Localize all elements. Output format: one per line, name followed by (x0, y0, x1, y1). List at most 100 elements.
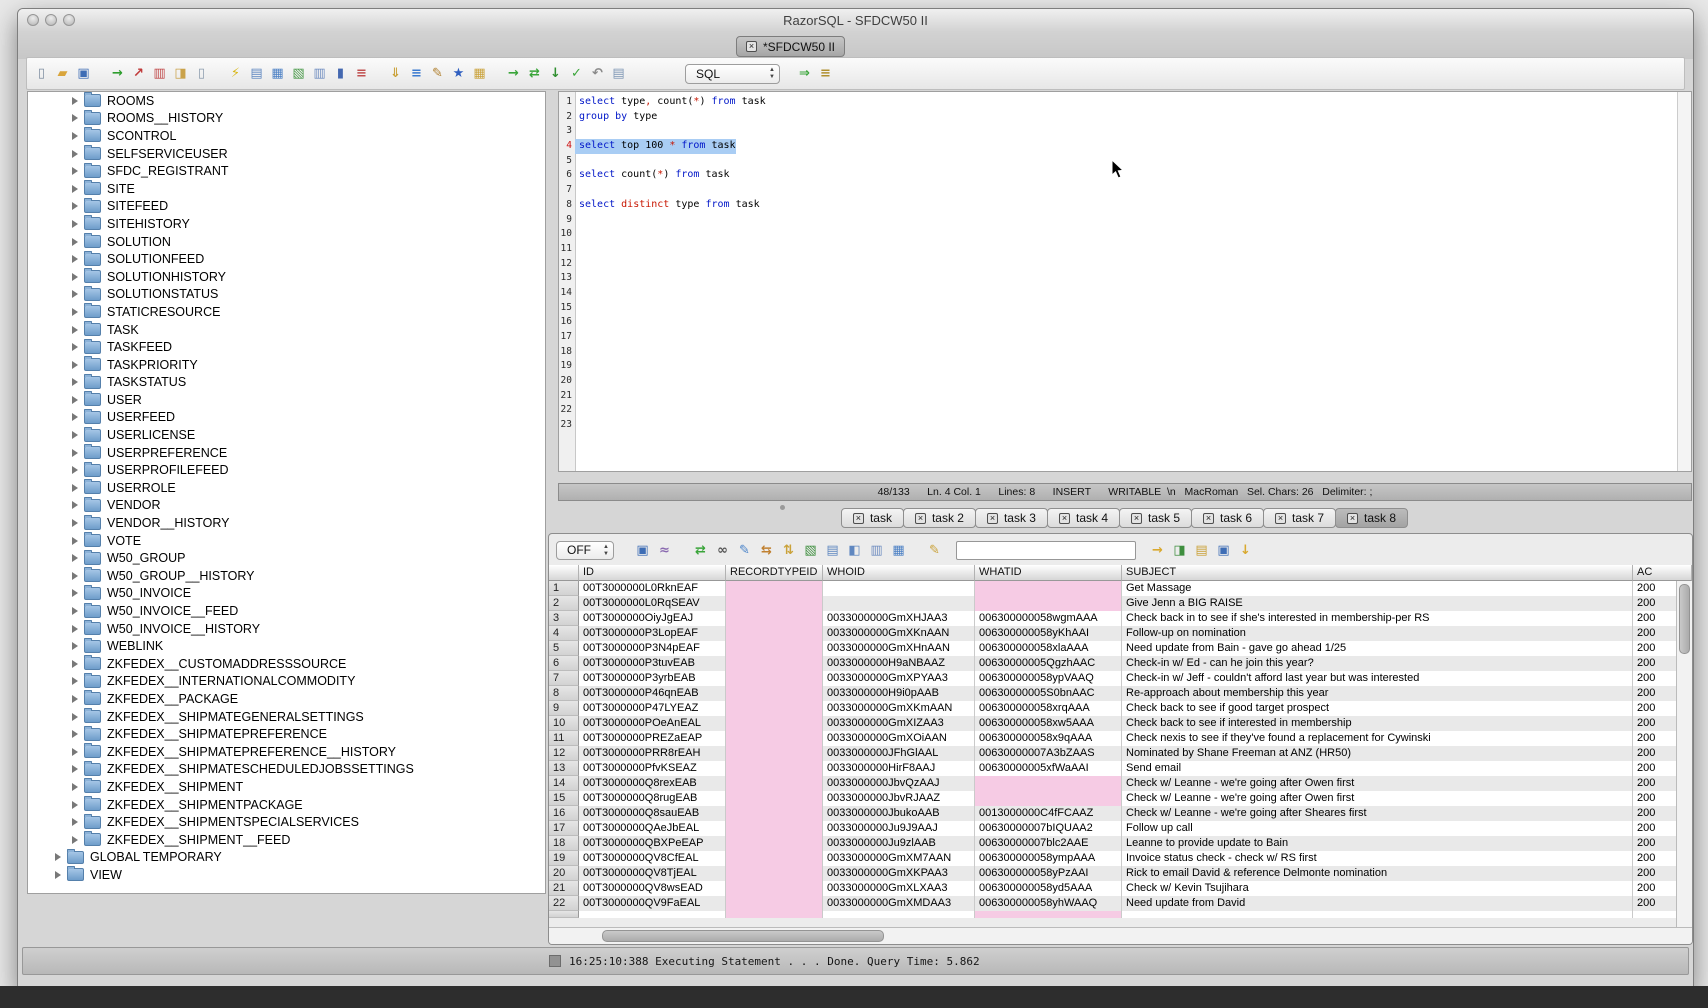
row-number-cell[interactable]: 21 (549, 881, 579, 896)
table-row[interactable]: 800T3000000P46qnEAB0033000000H9i0pAAB006… (549, 686, 1692, 701)
export-connection-icon[interactable]: ↗ (130, 65, 147, 82)
database-object-tree[interactable]: ROOMSROOMS__HISTORYSCONTROLSELFSERVICEUS… (27, 91, 546, 894)
expand-arrow-icon[interactable] (72, 150, 78, 158)
expand-arrow-icon[interactable] (72, 431, 78, 439)
expand-arrow-icon[interactable] (72, 413, 78, 421)
expand-arrow-icon[interactable] (55, 871, 61, 879)
result-tab[interactable]: ×task 6 (1191, 508, 1264, 528)
cell-recordtypeid[interactable] (726, 626, 823, 641)
editor-line-text[interactable]: group by type (575, 110, 657, 125)
cell-whoid[interactable]: 0033000000GmXKmAAN (823, 701, 975, 716)
cell-recordtypeid[interactable] (726, 836, 823, 851)
table-row[interactable]: 2100T3000000QV8wsEAD0033000000GmXLXAA300… (549, 881, 1692, 896)
cell-id[interactable]: 00T3000000QV8wsEAD (579, 881, 726, 896)
tab-close-icon[interactable]: × (1131, 513, 1142, 524)
table-row[interactable]: 1300T3000000PfvKSEAZ0033000000HirF8AAJ00… (549, 761, 1692, 776)
cell-subject[interactable]: Check back in to see if she's interested… (1122, 611, 1633, 626)
open-file-icon[interactable]: ▰ (54, 65, 71, 82)
cell-whoid[interactable]: 0033000000H9i0pAAB (823, 686, 975, 701)
row-number-cell[interactable]: 17 (549, 821, 579, 836)
expand-arrow-icon[interactable] (72, 730, 78, 738)
cell-recordtypeid[interactable] (726, 776, 823, 791)
results-search-input[interactable] (956, 541, 1136, 560)
result-tab[interactable]: ×task 7 (1263, 508, 1336, 528)
search-next-icon[interactable]: → (1149, 542, 1166, 559)
reconnect-icon[interactable]: ⇄ (526, 65, 543, 82)
notes-icon[interactable]: ▤ (610, 65, 627, 82)
cell-recordtypeid[interactable] (726, 581, 823, 596)
row-number-cell[interactable]: 12 (549, 746, 579, 761)
table-row[interactable]: 200T3000000L0RqSEAVGive Jenn a BIG RAISE… (549, 596, 1692, 611)
cell-subject[interactable]: Need update from David (1122, 896, 1633, 911)
tab-close-icon[interactable]: × (1275, 513, 1286, 524)
cell-whoid[interactable]: 0033000000JFhGlAAL (823, 746, 975, 761)
import-data-icon[interactable]: ▧ (290, 65, 307, 82)
auto-commit-select[interactable]: OFF ▲▼ (556, 541, 614, 560)
cell-whatid[interactable]: 006300000058yhWAAQ (975, 896, 1122, 911)
expand-arrow-icon[interactable] (72, 361, 78, 369)
column-header[interactable] (549, 565, 579, 581)
cell-whoid[interactable]: 0033000000JbvRJAAZ (823, 791, 975, 806)
tree-item[interactable]: SCONTROL (28, 127, 545, 145)
expand-arrow-icon[interactable] (72, 589, 78, 597)
editor-line-text[interactable]: select count(*) from task (575, 168, 730, 183)
cell-whoid[interactable]: 0033000000GmXIZAA3 (823, 716, 975, 731)
tree-item[interactable]: ROOMS (28, 92, 545, 110)
cell-whoid[interactable]: 0033000000GmXKnAAN (823, 626, 975, 641)
cell-recordtypeid[interactable] (726, 821, 823, 836)
cell-whatid[interactable]: 00630000007bIQUAA2 (975, 821, 1122, 836)
cell-whoid[interactable]: 0033000000Ju9zlAAB (823, 836, 975, 851)
cell-whoid[interactable]: 0033000000GmXLXAA3 (823, 881, 975, 896)
tree-item[interactable]: ZKFEDEX__CUSTOMADDRESSSOURCE (28, 655, 545, 673)
cell-subject[interactable]: Check w/ Kevin Tsujihara (1122, 881, 1633, 896)
expand-arrow-icon[interactable] (72, 326, 78, 334)
expand-arrow-icon[interactable] (72, 765, 78, 773)
cell-id[interactable]: 00T3000000L0RknEAF (579, 581, 726, 596)
commit-icon[interactable]: ✓ (568, 65, 585, 82)
cell-subject[interactable]: Check w/ Leanne - we're going after Shea… (1122, 806, 1633, 821)
expand-arrow-icon[interactable] (72, 677, 78, 685)
result-tab[interactable]: ×task 4 (1047, 508, 1120, 528)
tab-close-icon[interactable]: × (853, 513, 864, 524)
expand-arrow-icon[interactable] (72, 466, 78, 474)
cell-whatid[interactable]: 00630000007A3bZAAS (975, 746, 1122, 761)
expand-arrow-icon[interactable] (72, 501, 78, 509)
expand-arrow-icon[interactable] (72, 713, 78, 721)
cell-id[interactable]: 00T3000000QBXPeEAP (579, 836, 726, 851)
tree-item[interactable]: SOLUTIONHISTORY (28, 268, 545, 286)
cell-recordtypeid[interactable] (726, 701, 823, 716)
cell-subject[interactable]: Check back to see if good target prospec… (1122, 701, 1633, 716)
cell-recordtypeid[interactable] (726, 656, 823, 671)
editor-line-text[interactable] (575, 403, 579, 418)
cell-subject[interactable]: Send email (1122, 761, 1633, 776)
table-row[interactable]: 1400T3000000Q8rexEAB0033000000JbvQzAAJCh… (549, 776, 1692, 791)
cell-id[interactable]: 00T3000000POeAnEAL (579, 716, 726, 731)
table-editor-icon[interactable]: ▦ (471, 65, 488, 82)
expand-arrow-icon[interactable] (72, 642, 78, 650)
insert-row-icon[interactable]: ◨ (1171, 542, 1188, 559)
titlebar[interactable]: RazorSQL - SFDCW50 II (18, 9, 1693, 33)
cell-id[interactable]: 00T3000000P46qnEAB (579, 686, 726, 701)
cell-recordtypeid[interactable] (726, 686, 823, 701)
result-tab[interactable]: ×task 2 (903, 508, 976, 528)
book-icon[interactable]: ▮ (332, 65, 349, 82)
cell-subject[interactable]: Need update from Bain - gave go ahead 1/… (1122, 641, 1633, 656)
cell-whoid[interactable]: 0033000000GmXPYAA3 (823, 671, 975, 686)
tree-item[interactable]: ZKFEDEX__SHIPMATESCHEDULEDJOBSSETTINGS (28, 761, 545, 779)
column-header[interactable]: WHOID (823, 565, 975, 581)
save-changes-icon[interactable]: ▣ (1215, 542, 1232, 559)
result-tab[interactable]: ×task 3 (975, 508, 1048, 528)
expand-arrow-icon[interactable] (72, 290, 78, 298)
expand-arrow-icon[interactable] (72, 625, 78, 633)
copy-page-icon[interactable]: ▥ (311, 65, 328, 82)
editor-line-text[interactable] (575, 271, 579, 286)
row-number-cell[interactable]: 6 (549, 656, 579, 671)
cell-recordtypeid[interactable] (726, 731, 823, 746)
expand-arrow-icon[interactable] (72, 238, 78, 246)
sort-icon[interactable]: ⇅ (780, 542, 797, 559)
editor-line-text[interactable] (575, 213, 579, 228)
sql-editor[interactable]: 1select type, count(*) from task2group b… (558, 91, 1692, 472)
cell-whatid[interactable]: 006300000058ympAAA (975, 851, 1122, 866)
preview-sql-icon[interactable]: ⇒ (796, 65, 813, 82)
cell-id[interactable]: 00T3000000P47LYEAZ (579, 701, 726, 716)
